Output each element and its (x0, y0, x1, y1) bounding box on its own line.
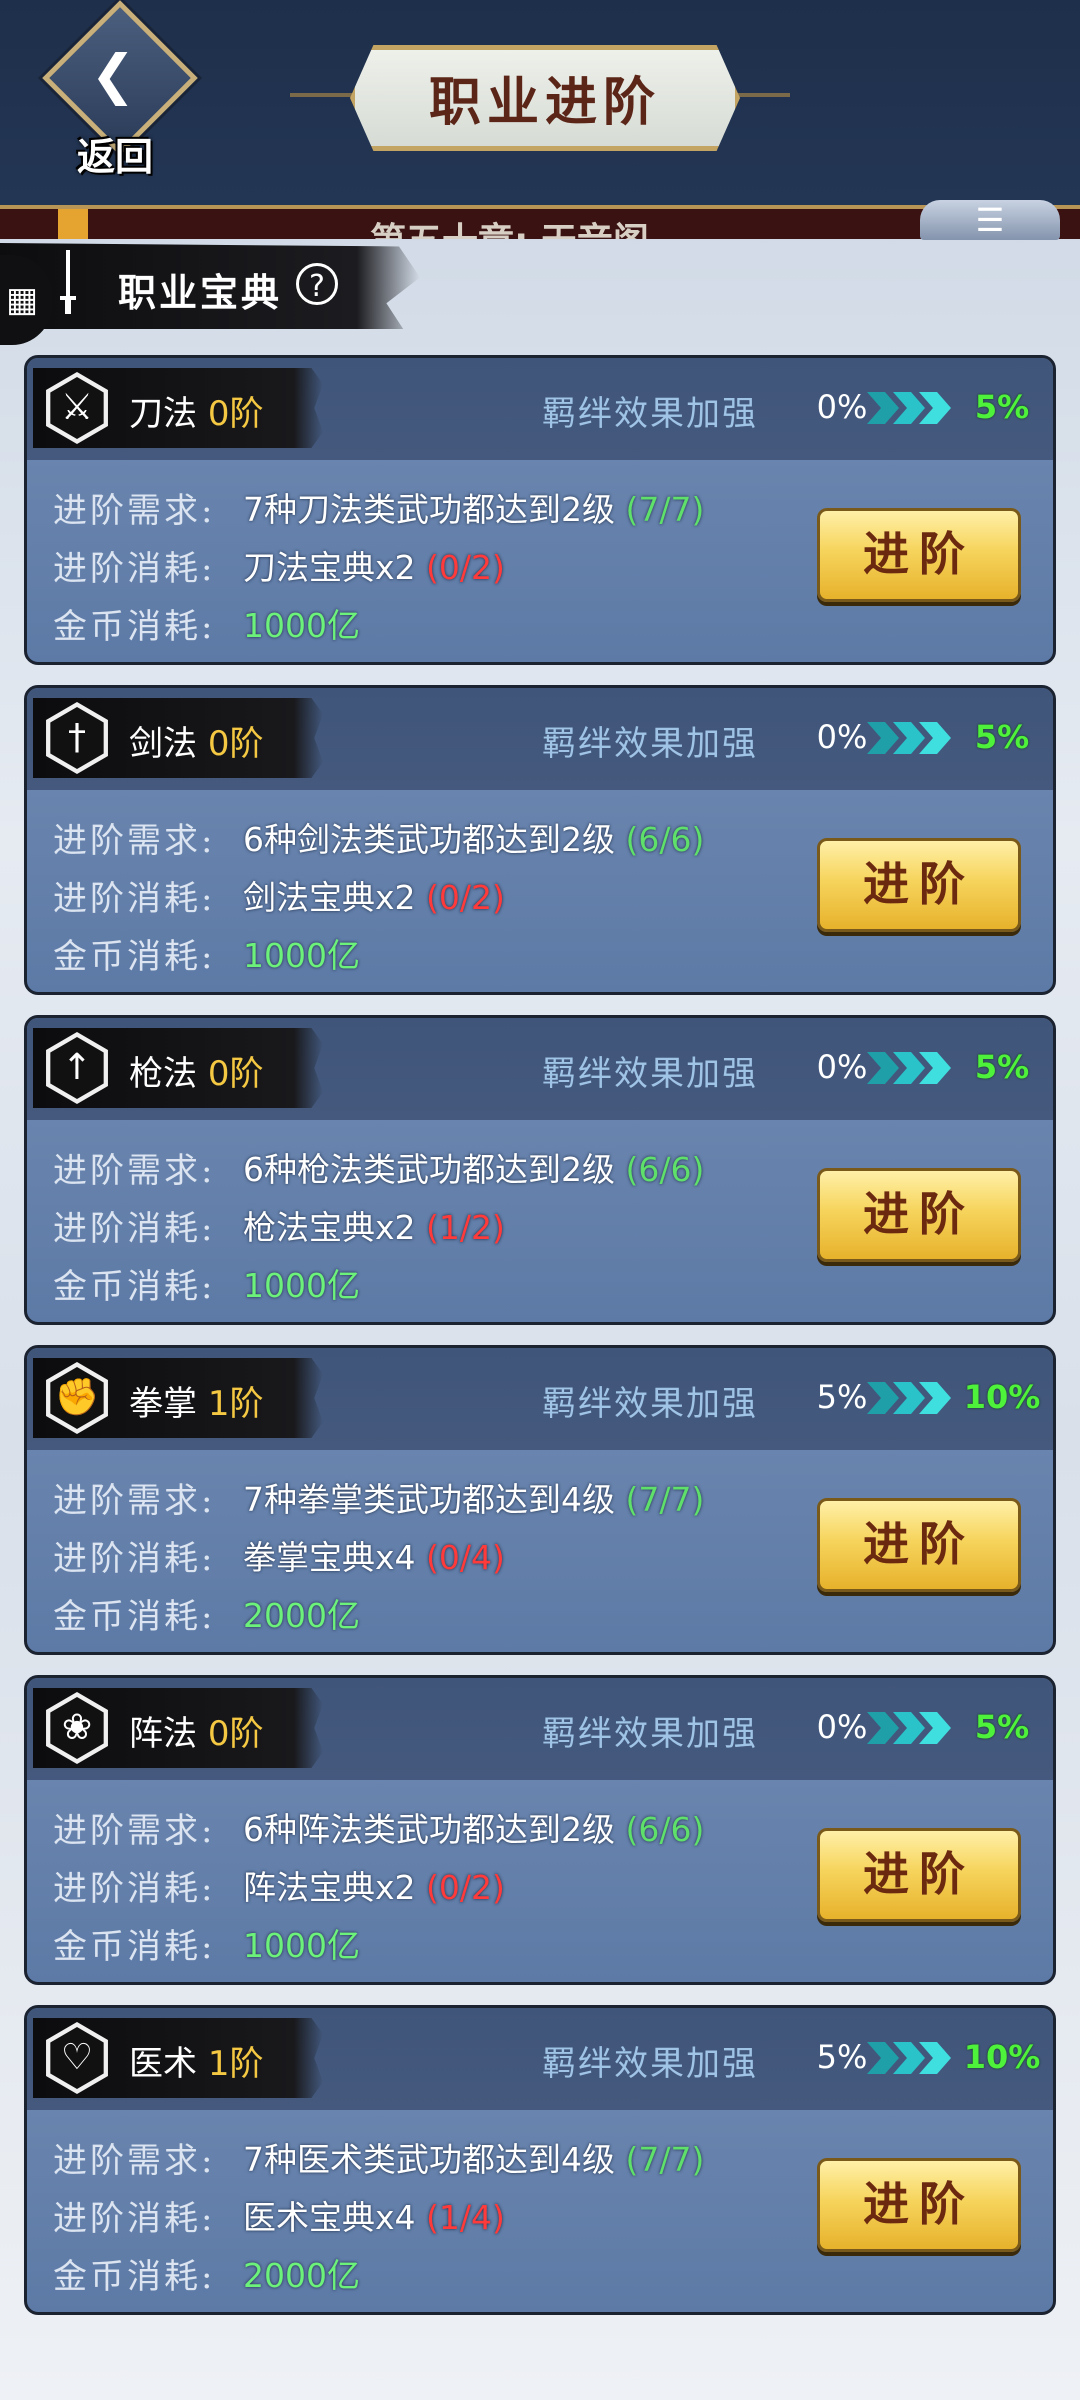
requirement-label: 进阶需求: (53, 821, 216, 861)
bond-next: 10% (963, 1378, 1041, 1416)
class-name: 阵法 0阶 (129, 1714, 264, 1754)
bond-next: 5% (974, 1048, 1030, 1086)
class-rank: 0阶 (207, 1714, 264, 1754)
class-card: ❀ 阵法 0阶 羁绊效果加强 0% 5% 进阶需求: 6种阵法类武功都达到2级 … (24, 1675, 1056, 1985)
page-title: 职业进阶 (428, 72, 661, 133)
cost-value: 医术宝典x4 (1/4) (243, 2198, 505, 2237)
requirement-label: 进阶需求: (53, 1811, 216, 1851)
advance-button[interactable]: 进阶 (817, 1168, 1021, 1262)
gold-label: 金币消耗: (53, 1927, 216, 1967)
requirement-label: 进阶需求: (53, 1481, 216, 1521)
requirement-label: 进阶需求: (53, 2141, 216, 2181)
bond-next: 5% (974, 718, 1030, 756)
class-card: ✊ 拳掌 1阶 羁绊效果加强 5% 10% 进阶需求: 7种拳掌类武功都达到4级… (24, 1345, 1056, 1655)
advance-button[interactable]: 进阶 (817, 508, 1021, 602)
bond-label: 羁绊效果加强 (542, 2044, 758, 2084)
cost-label: 进阶消耗: (53, 549, 216, 589)
requirement-value: 6种阵法类武功都达到2级 (6/6) (243, 1810, 705, 1849)
bond-label: 羁绊效果加强 (542, 1054, 758, 1094)
bond-label: 羁绊效果加强 (542, 394, 758, 434)
requirement-value: 7种刀法类武功都达到2级 (7/7) (243, 490, 705, 529)
advance-button[interactable]: 进阶 (817, 1498, 1021, 1592)
gold-value: 1000亿 (243, 1266, 360, 1305)
menu-list-button[interactable]: ☰ (920, 200, 1060, 240)
advance-button[interactable]: 进阶 (817, 838, 1021, 932)
bond-label: 羁绊效果加强 (542, 1714, 758, 1754)
bond-next: 10% (963, 2038, 1041, 2076)
class-name: 医术 1阶 (129, 2044, 264, 2084)
cost-value: 阵法宝典x2 (0/2) (243, 1868, 505, 1907)
back-button[interactable]: ❮ 返回 (40, 0, 198, 179)
gold-value: 2000亿 (243, 1596, 360, 1635)
gold-label: 金币消耗: (53, 1597, 216, 1637)
gold-value: 1000亿 (243, 936, 360, 975)
bond-next: 5% (974, 388, 1030, 426)
class-name: 刀法 0阶 (129, 394, 264, 434)
class-name: 枪法 0阶 (129, 1054, 264, 1094)
requirement-value: 7种拳掌类武功都达到4级 (7/7) (243, 1480, 705, 1519)
requirement-value: 6种剑法类武功都达到2级 (6/6) (243, 820, 705, 859)
class-card: ↑ 枪法 0阶 羁绊效果加强 0% 5% 进阶需求: 6种枪法类武功都达到2级 … (24, 1015, 1056, 1325)
up-arrow-icon (58, 209, 88, 239)
chevrons-icon (867, 1382, 951, 1414)
back-label: 返回 (76, 134, 153, 179)
gold-label: 金币消耗: (53, 607, 216, 647)
class-rank: 0阶 (207, 394, 264, 434)
section-title: 职业宝典 (118, 270, 283, 315)
class-rank: 1阶 (207, 1384, 264, 1424)
bond-label: 羁绊效果加强 (542, 1384, 758, 1424)
chevrons-icon (867, 722, 951, 754)
class-rank: 0阶 (207, 724, 264, 764)
advance-button[interactable]: 进阶 (817, 1828, 1021, 1922)
cost-label: 进阶消耗: (53, 1539, 216, 1579)
cost-value: 刀法宝典x2 (0/2) (243, 548, 505, 587)
class-card: ⚔ 刀法 0阶 羁绊效果加强 0% 5% 进阶需求: 7种刀法类武功都达到2级 … (24, 355, 1056, 665)
cost-label: 进阶消耗: (53, 2199, 216, 2239)
requirement-label: 进阶需求: (53, 1151, 216, 1191)
class-card: † 剑法 0阶 羁绊效果加强 0% 5% 进阶需求: 6种剑法类武功都达到2级 … (24, 685, 1056, 995)
class-rank: 0阶 (207, 1054, 264, 1094)
requirement-value: 7种医术类武功都达到4级 (7/7) (243, 2140, 705, 2179)
class-card: ♡ 医术 1阶 羁绊效果加强 5% 10% 进阶需求: 7种医术类武功都达到4级… (24, 2005, 1056, 2315)
list-icon: ☰ (975, 201, 1005, 239)
gold-label: 金币消耗: (53, 2257, 216, 2297)
class-name: 剑法 0阶 (129, 724, 264, 764)
help-icon[interactable]: ? (296, 263, 338, 305)
advance-button[interactable]: 进阶 (817, 2158, 1021, 2252)
chevrons-icon (867, 392, 951, 424)
chevrons-icon (867, 1712, 951, 1744)
cost-value: 枪法宝典x2 (1/2) (243, 1208, 505, 1247)
cost-label: 进阶消耗: (53, 1869, 216, 1909)
bond-next: 5% (974, 1708, 1030, 1746)
class-name: 拳掌 1阶 (129, 1384, 264, 1424)
requirement-value: 6种枪法类武功都达到2级 (6/6) (243, 1150, 705, 1189)
puzzle-icon: ▦ (6, 280, 39, 320)
header-bar: ❮ 返回 职业进阶 (0, 0, 1080, 209)
gold-value: 2000亿 (243, 2256, 360, 2295)
requirement-label: 进阶需求: (53, 491, 216, 531)
cost-label: 进阶消耗: (53, 879, 216, 919)
chevrons-icon (867, 1052, 951, 1084)
sword-icon (60, 250, 76, 314)
gold-value: 1000亿 (243, 1926, 360, 1965)
chapter-text: 第五十章: 天音阁 (370, 212, 649, 239)
cost-value: 剑法宝典x2 (0/2) (243, 878, 505, 917)
class-rank: 1阶 (207, 2044, 264, 2084)
bond-label: 羁绊效果加强 (542, 724, 758, 764)
gold-label: 金币消耗: (53, 937, 216, 977)
chevrons-icon (867, 2042, 951, 2074)
back-arrow-icon: ❮ (90, 43, 136, 106)
cost-label: 进阶消耗: (53, 1209, 216, 1249)
cost-value: 拳掌宝典x4 (0/4) (243, 1538, 505, 1577)
gold-label: 金币消耗: (53, 1267, 216, 1307)
chapter-banner: 第五十章: 天音阁 (0, 209, 1080, 239)
gold-value: 1000亿 (243, 606, 360, 645)
